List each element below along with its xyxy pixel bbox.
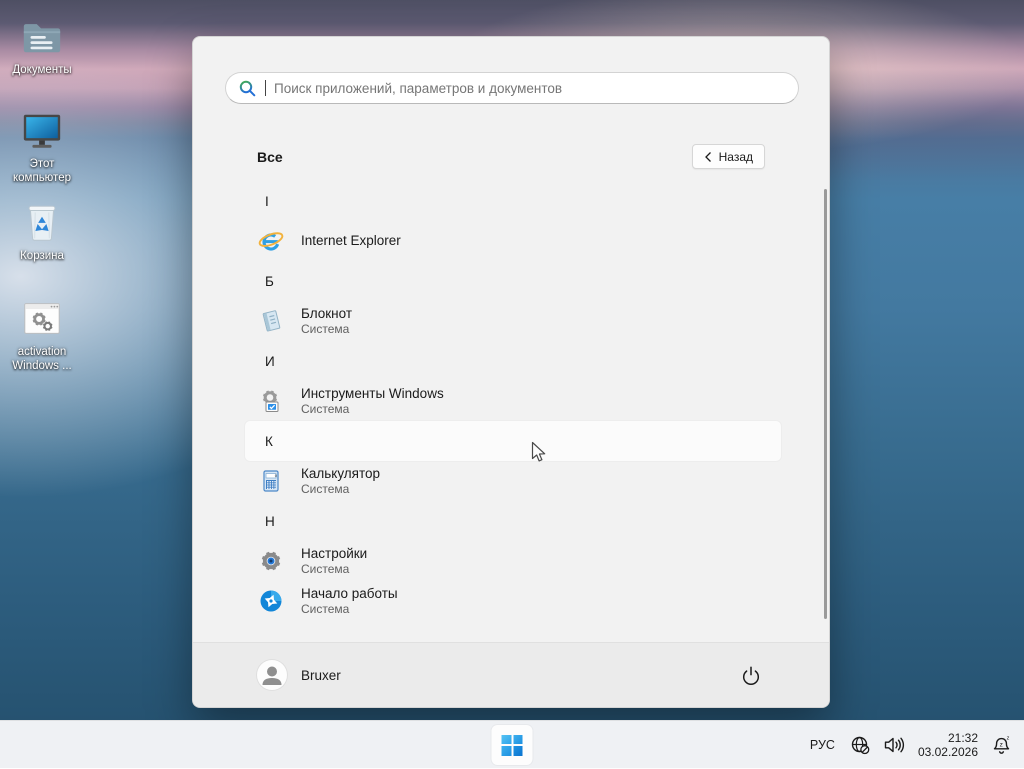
user-profile-button[interactable]: Bruxer bbox=[257, 660, 341, 690]
app-row-calculator[interactable]: 0 Калькулятор Система bbox=[245, 461, 781, 501]
clock[interactable]: 21:32 03.02.2026 bbox=[916, 731, 980, 759]
user-name: Bruxer bbox=[301, 668, 341, 683]
power-icon bbox=[741, 665, 761, 685]
clock-date: 03.02.2026 bbox=[918, 745, 978, 759]
section-letter: К bbox=[265, 434, 273, 449]
desktop-icon-label: Этот компьютер bbox=[2, 157, 82, 186]
start-menu-footer: Bruxer bbox=[193, 642, 829, 707]
svg-text:z: z bbox=[1000, 742, 1003, 749]
svg-text:z: z bbox=[1007, 735, 1010, 741]
section-letter: Б bbox=[265, 274, 274, 289]
app-name: Блокнот bbox=[301, 306, 352, 322]
section-letter-row[interactable]: Н bbox=[245, 501, 781, 541]
app-name: Настройки bbox=[301, 546, 367, 562]
settings-icon bbox=[257, 547, 285, 575]
app-subtitle: Система bbox=[301, 482, 380, 497]
desktop-icon-label: activation Windows ... bbox=[2, 345, 82, 374]
chevron-left-icon bbox=[704, 151, 712, 163]
search-input[interactable]: Поиск приложений, параметров и документо… bbox=[225, 72, 799, 104]
desktop-icon-activation-windows[interactable]: activation Windows ... bbox=[0, 296, 84, 374]
this-pc-icon bbox=[19, 108, 65, 154]
app-subtitle: Система bbox=[301, 322, 352, 337]
notification-dnd-icon[interactable]: z z bbox=[990, 734, 1014, 756]
desktop-icon-label: Документы bbox=[12, 63, 71, 77]
all-apps-title: Все bbox=[257, 149, 283, 165]
app-subtitle: Система bbox=[301, 402, 444, 417]
app-name: Internet Explorer bbox=[301, 233, 401, 249]
start-button[interactable] bbox=[492, 725, 533, 765]
desktop-icon-documents-folder[interactable]: Документы bbox=[0, 14, 84, 77]
desktop-wallpaper: Документы Этот компьютер Корзина bbox=[0, 0, 1024, 768]
section-letter: I bbox=[265, 194, 269, 209]
desktop-icon-label: Корзина bbox=[20, 249, 64, 263]
globe-no-internet-icon[interactable] bbox=[849, 734, 872, 756]
language-indicator[interactable]: РУС bbox=[806, 738, 839, 752]
app-row-get-started[interactable]: Начало работы Система bbox=[245, 581, 781, 621]
app-row-internet-explorer[interactable]: Internet Explorer bbox=[245, 221, 781, 261]
search-placeholder: Поиск приложений, параметров и документо… bbox=[274, 81, 562, 96]
calculator-icon: 0 bbox=[257, 467, 285, 495]
app-row-settings[interactable]: Настройки Система bbox=[245, 541, 781, 581]
internet-explorer-icon bbox=[257, 227, 285, 255]
app-row-windows-tools[interactable]: Инструменты Windows Система bbox=[245, 381, 781, 421]
section-letter: И bbox=[265, 354, 275, 369]
app-name: Калькулятор bbox=[301, 466, 380, 482]
search-icon bbox=[238, 79, 257, 98]
windows-logo-icon bbox=[502, 735, 523, 756]
app-subtitle: Система bbox=[301, 562, 367, 577]
volume-icon[interactable] bbox=[882, 735, 906, 755]
app-name: Инструменты Windows bbox=[301, 386, 444, 402]
text-caret bbox=[265, 80, 266, 96]
taskbar: РУС 21:32 03.02.2026 bbox=[0, 720, 1024, 768]
power-button[interactable] bbox=[737, 661, 765, 689]
app-name: Начало работы bbox=[301, 586, 398, 602]
person-icon bbox=[257, 660, 287, 690]
windows-tools-icon bbox=[257, 387, 285, 415]
back-button[interactable]: Назад bbox=[692, 144, 765, 169]
clock-time: 21:32 bbox=[918, 731, 978, 745]
system-tray: РУС 21:32 03.02.2026 bbox=[806, 721, 1014, 769]
activation-windows-icon bbox=[19, 296, 65, 342]
app-row-notepad[interactable]: Блокнот Система bbox=[245, 301, 781, 341]
section-letter-row[interactable]: И bbox=[245, 341, 781, 381]
section-letter-row[interactable]: К bbox=[245, 421, 781, 461]
documents-folder-icon bbox=[19, 14, 65, 60]
notepad-icon bbox=[257, 307, 285, 335]
desktop-icon-this-pc[interactable]: Этот компьютер bbox=[0, 108, 84, 186]
section-letter-row[interactable]: I bbox=[245, 181, 781, 221]
get-started-icon bbox=[257, 587, 285, 615]
all-apps-header: Все Назад bbox=[257, 144, 765, 169]
start-menu-panel: Поиск приложений, параметров и документо… bbox=[192, 36, 830, 708]
section-letter: Н bbox=[265, 514, 275, 529]
desktop-icon-recycle-bin[interactable]: Корзина bbox=[0, 200, 84, 263]
app-subtitle: Система bbox=[301, 602, 398, 617]
app-list: I Internet Explorer Б Блокнот Система И bbox=[245, 181, 781, 621]
scrollbar[interactable] bbox=[824, 189, 827, 619]
back-button-label: Назад bbox=[719, 150, 753, 164]
recycle-bin-icon bbox=[19, 200, 65, 246]
section-letter-row[interactable]: Б bbox=[245, 261, 781, 301]
